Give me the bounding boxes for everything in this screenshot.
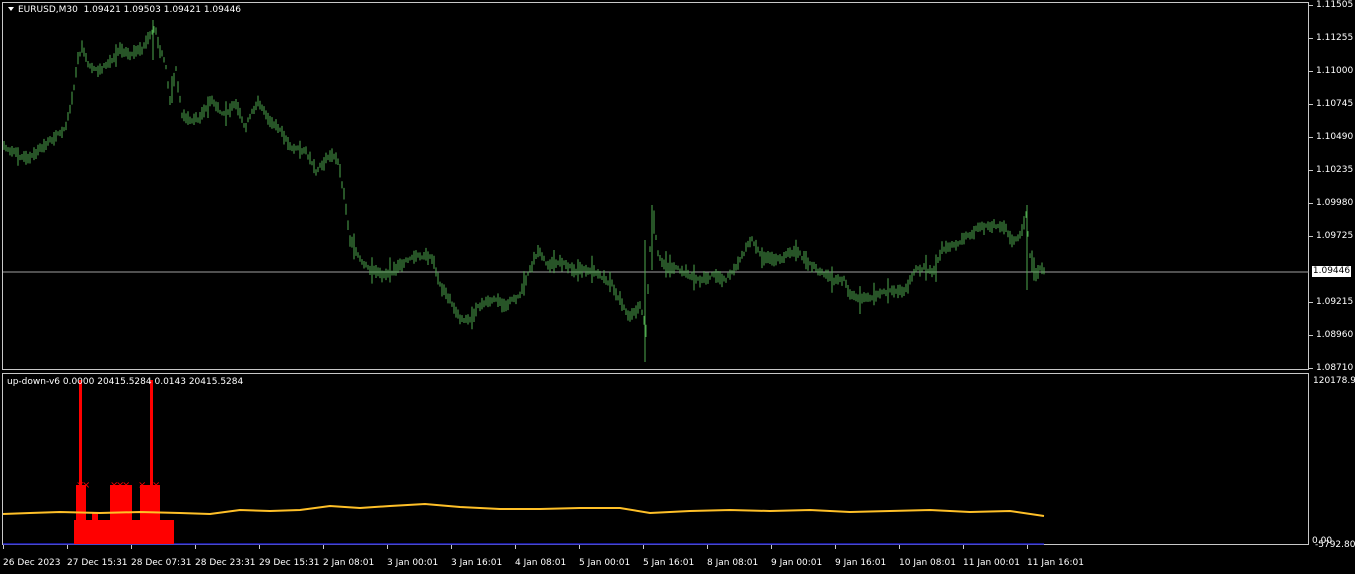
price-axis-tick <box>1309 203 1313 204</box>
price-axis-label: 1.10745 <box>1316 99 1354 109</box>
time-axis-label: 29 Dec 15:31 <box>259 558 320 568</box>
price-axis-tick <box>1309 335 1313 336</box>
time-axis-label: 9 Jan 16:01 <box>835 558 887 568</box>
time-axis-tick <box>131 545 132 549</box>
time-axis-tick <box>387 545 388 549</box>
time-axis-tick <box>707 545 708 549</box>
time-axis-tick <box>1027 545 1028 549</box>
price-axis-tick <box>1309 5 1313 6</box>
time-axis-label: 11 Jan 16:01 <box>1027 558 1084 568</box>
histogram-marker-icon: × <box>122 480 130 491</box>
time-axis-tick <box>67 545 68 549</box>
price-axis-label: 1.09215 <box>1316 297 1354 307</box>
indicator-axis-bottom: -5792.806 <box>1315 540 1355 550</box>
dropdown-triangle-icon[interactable] <box>8 7 14 11</box>
price-axis-tick <box>1309 38 1313 39</box>
time-axis-label: 26 Dec 2023 <box>3 558 61 568</box>
time-axis-label: 3 Jan 00:01 <box>387 558 439 568</box>
price-axis-tick <box>1309 368 1313 369</box>
indicator-title: up-down-v6 0.0000 20415.5284 0.0143 2041… <box>7 377 244 387</box>
indicator-histogram: ×× ××× × × <box>74 380 174 544</box>
indicator-axis-top: 120178.93 <box>1313 376 1355 386</box>
chart-canvas[interactable]: ×× ××× × × <box>0 0 1355 574</box>
time-axis-label: 11 Jan 00:01 <box>963 558 1020 568</box>
time-axis-tick <box>451 545 452 549</box>
chart-title: EURUSD,M30 1.09421 1.09503 1.09421 1.094… <box>8 5 241 15</box>
time-axis-tick <box>579 545 580 549</box>
histogram-marker-icon: × <box>138 480 146 491</box>
time-axis-tick <box>195 545 196 549</box>
time-axis-label: 5 Jan 00:01 <box>579 558 631 568</box>
time-axis-label: 5 Jan 16:01 <box>643 558 695 568</box>
price-axis-tick <box>1309 104 1313 105</box>
ohlc-values: 1.09421 1.09503 1.09421 1.09446 <box>83 5 242 15</box>
price-axis-label: 1.11505 <box>1316 0 1354 10</box>
time-axis-label: 2 Jan 08:01 <box>323 558 375 568</box>
price-axis-label: 1.09725 <box>1316 231 1354 241</box>
time-axis-label: 9 Jan 00:01 <box>771 558 823 568</box>
price-axis-label: 1.08960 <box>1316 330 1354 340</box>
price-axis-tick <box>1309 137 1313 138</box>
price-axis-tick <box>1309 236 1313 237</box>
current-price-label: 1.09446 <box>1312 266 1351 277</box>
time-axis-label: 10 Jan 08:01 <box>899 558 956 568</box>
histogram-spike <box>150 380 153 544</box>
time-axis-tick <box>643 545 644 549</box>
price-axis-tick <box>1309 71 1313 72</box>
time-axis-tick <box>259 545 260 549</box>
price-axis-label: 1.11000 <box>1316 66 1354 76</box>
time-axis-label: 3 Jan 16:01 <box>451 558 503 568</box>
histogram-bar <box>118 510 126 544</box>
histogram-bar <box>92 512 98 544</box>
price-axis-label: 1.08710 <box>1316 363 1354 373</box>
time-axis-tick <box>771 545 772 549</box>
time-axis-tick <box>899 545 900 549</box>
price-axis-label: 1.09980 <box>1316 198 1354 208</box>
symbol-label: EURUSD,M30 <box>18 5 78 15</box>
time-axis-label: 27 Dec 15:31 <box>67 558 128 568</box>
time-axis-label: 8 Jan 08:01 <box>707 558 759 568</box>
time-axis-tick <box>963 545 964 549</box>
time-axis-label: 4 Jan 08:01 <box>515 558 567 568</box>
time-axis-tick <box>515 545 516 549</box>
time-axis-label: 28 Dec 23:31 <box>195 558 256 568</box>
price-axis-label: 1.10235 <box>1316 165 1354 175</box>
price-axis-tick <box>1309 170 1313 171</box>
time-axis-tick <box>835 545 836 549</box>
time-axis-tick <box>3 545 4 549</box>
price-axis-label: 1.11255 <box>1316 33 1354 43</box>
histogram-marker-icon: × <box>82 480 90 491</box>
time-axis-tick <box>323 545 324 549</box>
price-bars <box>3 20 1045 362</box>
price-axis-label: 1.10490 <box>1316 132 1354 142</box>
histogram-spike <box>79 380 82 544</box>
price-axis-tick <box>1309 302 1313 303</box>
histogram-marker-icon: × <box>152 480 160 491</box>
time-axis-label: 28 Dec 07:31 <box>131 558 192 568</box>
